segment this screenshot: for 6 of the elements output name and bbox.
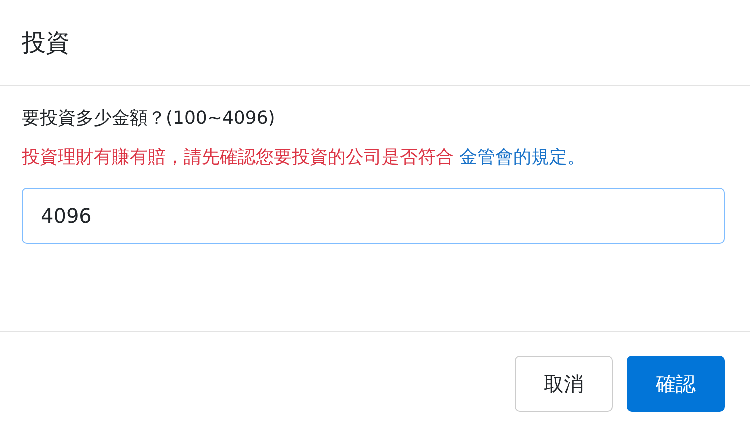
warning-text: 投資理財有賺有賠，請先確認您要投資的公司是否符合 金管會的規定。: [22, 146, 587, 170]
dialog-title: 投資: [22, 28, 70, 58]
confirm-button[interactable]: 確認: [627, 356, 725, 412]
amount-input-field[interactable]: 4096: [22, 188, 725, 244]
prompt-text: 要投資多少金額？(100~4096): [22, 107, 276, 131]
cancel-button[interactable]: 取消: [515, 356, 613, 412]
